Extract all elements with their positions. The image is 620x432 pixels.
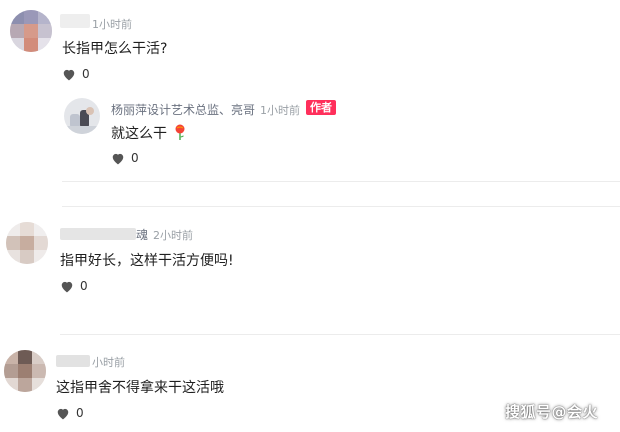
username-redacted — [60, 14, 90, 28]
like-count: 0 — [82, 67, 90, 81]
rose-emoji-icon — [175, 124, 185, 140]
comment-text: 这指甲舍不得拿来干这活哦 — [56, 380, 224, 396]
heart-icon — [61, 281, 73, 292]
username-redacted — [56, 355, 90, 367]
like-button[interactable]: 0 — [56, 406, 84, 420]
like-count: 0 — [131, 151, 139, 165]
avatar[interactable] — [6, 222, 48, 264]
comment-text: 指甲好长，这样干活方便吗! — [60, 253, 234, 269]
reply-author[interactable]: 杨丽萍设计艺术总监、亮哥 — [111, 101, 255, 118]
avatar[interactable] — [4, 350, 46, 392]
comment-divider — [62, 206, 620, 207]
username-redacted — [60, 228, 136, 240]
comment-author[interactable]: 魂 — [136, 226, 148, 243]
reply-divider — [62, 181, 620, 182]
avatar[interactable] — [10, 10, 52, 52]
comment-time: 1小时前 — [92, 18, 132, 31]
reply-time: 1小时前 — [260, 104, 300, 117]
heart-icon — [57, 408, 69, 419]
reply-like-button[interactable]: 0 — [111, 151, 139, 165]
author-badge: 作者 — [306, 100, 336, 115]
heart-icon — [112, 153, 124, 164]
comment-time: 2小时前 — [153, 229, 193, 242]
comment-text: 长指甲怎么干活? — [62, 41, 168, 57]
author-avatar[interactable] — [64, 98, 100, 134]
reply-text-content: 就这么干 — [111, 126, 167, 142]
like-count: 0 — [76, 406, 84, 420]
comment-divider — [60, 334, 620, 335]
heart-icon — [63, 69, 75, 80]
comment-time: 小时前 — [92, 356, 125, 369]
reply-text: 就这么干 — [111, 123, 187, 143]
like-button[interactable]: 0 — [62, 67, 90, 81]
like-button[interactable]: 0 — [60, 279, 88, 293]
like-count: 0 — [80, 279, 88, 293]
watermark: 搜狐号@会火 — [504, 403, 598, 421]
